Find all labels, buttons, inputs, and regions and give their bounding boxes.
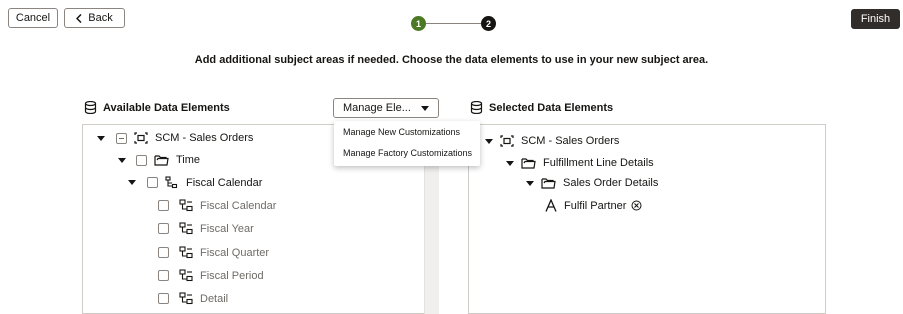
selected-node-attribute[interactable]: Fulfil Partner	[545, 199, 642, 212]
tree-label: Detail	[200, 292, 229, 305]
tree-node-level[interactable]: Detail	[158, 292, 228, 305]
checkbox[interactable]	[158, 293, 169, 304]
database-icon	[470, 101, 483, 114]
chevron-left-icon	[76, 13, 82, 23]
step-connector	[426, 23, 481, 24]
tree-label: Fiscal Year	[200, 222, 254, 235]
caret-down-icon	[420, 105, 429, 111]
caret-down-icon[interactable]	[97, 135, 105, 141]
tree-node-level[interactable]: Fiscal Calendar	[158, 199, 276, 212]
tree-label: SCM - Sales Orders	[155, 132, 254, 144]
folder-icon	[154, 154, 169, 166]
subject-area-icon	[500, 135, 514, 147]
checkbox[interactable]	[116, 132, 127, 144]
tree-label: Fulfil Partner	[564, 199, 627, 212]
cancel-button[interactable]: Cancel	[8, 8, 58, 28]
tree-node-level[interactable]: Fiscal Quarter	[158, 246, 269, 259]
checkbox[interactable]	[158, 247, 169, 258]
caret-down-icon[interactable]	[118, 157, 126, 163]
manage-elements-button[interactable]: Manage Ele...	[333, 98, 439, 118]
level-icon	[179, 246, 193, 259]
tree-label: Fiscal Calendar	[186, 176, 263, 189]
checkbox[interactable]	[158, 270, 169, 281]
available-data-elements-title: Available Data Elements	[84, 101, 230, 114]
checkbox[interactable]	[147, 177, 158, 188]
level-icon	[179, 222, 193, 235]
tree-node-root[interactable]: SCM - Sales Orders	[97, 132, 253, 144]
tree-label: Fiscal Period	[200, 269, 264, 282]
level-icon	[179, 292, 193, 305]
finish-button[interactable]: Finish	[851, 9, 900, 29]
caret-down-icon[interactable]	[128, 180, 136, 185]
tree-node-level[interactable]: Fiscal Period	[158, 269, 264, 282]
folder-icon	[521, 157, 536, 169]
manage-elements-menu: Manage New Customizations Manage Factory…	[334, 121, 480, 166]
menu-item-manage-factory-customizations[interactable]: Manage Factory Customizations	[343, 148, 472, 158]
caret-down-icon[interactable]	[526, 180, 534, 186]
tree-label: Fulfillment Line Details	[543, 157, 654, 169]
tree-node-level[interactable]: Fiscal Year	[158, 222, 254, 235]
caret-down-icon[interactable]	[506, 160, 514, 166]
folder-icon	[541, 177, 556, 189]
tree-label: Fiscal Quarter	[200, 246, 270, 259]
step-2-indicator: 2	[481, 16, 496, 31]
selected-node-fulfillment[interactable]: Fulfillment Line Details	[506, 157, 654, 169]
selected-node-sales-order[interactable]: Sales Order Details	[526, 177, 658, 189]
level-icon	[179, 269, 193, 282]
attribute-icon	[545, 199, 557, 212]
checkbox[interactable]	[158, 200, 169, 211]
checkbox[interactable]	[136, 154, 147, 166]
subject-area-icon	[134, 132, 148, 144]
back-label: Back	[88, 12, 113, 24]
tree-label: Sales Order Details	[563, 177, 659, 189]
database-icon	[84, 101, 97, 114]
caret-down-icon[interactable]	[485, 138, 493, 144]
selected-node-root[interactable]: SCM - Sales Orders	[485, 135, 619, 147]
remove-icon[interactable]	[631, 200, 642, 211]
cancel-label: Cancel	[15, 12, 51, 24]
instruction-text: Add additional subject areas if needed. …	[194, 54, 709, 66]
tree-label: SCM - Sales Orders	[521, 135, 620, 147]
hierarchy-icon	[165, 176, 179, 189]
level-icon	[179, 199, 193, 212]
selected-data-elements-title: Selected Data Elements	[470, 101, 613, 114]
tree-label: Time	[176, 154, 201, 166]
tree-node-time[interactable]: Time	[118, 154, 200, 166]
selected-elements-panel	[468, 124, 826, 314]
finish-label: Finish	[860, 13, 891, 25]
back-button[interactable]: Back	[64, 8, 125, 28]
checkbox[interactable]	[158, 223, 169, 234]
tree-node-fiscal-calendar[interactable]: Fiscal Calendar	[128, 176, 262, 189]
step-1-indicator: 1	[411, 16, 426, 31]
menu-item-manage-new-customizations[interactable]: Manage New Customizations	[343, 127, 460, 137]
tree-label: Fiscal Calendar	[200, 199, 277, 212]
